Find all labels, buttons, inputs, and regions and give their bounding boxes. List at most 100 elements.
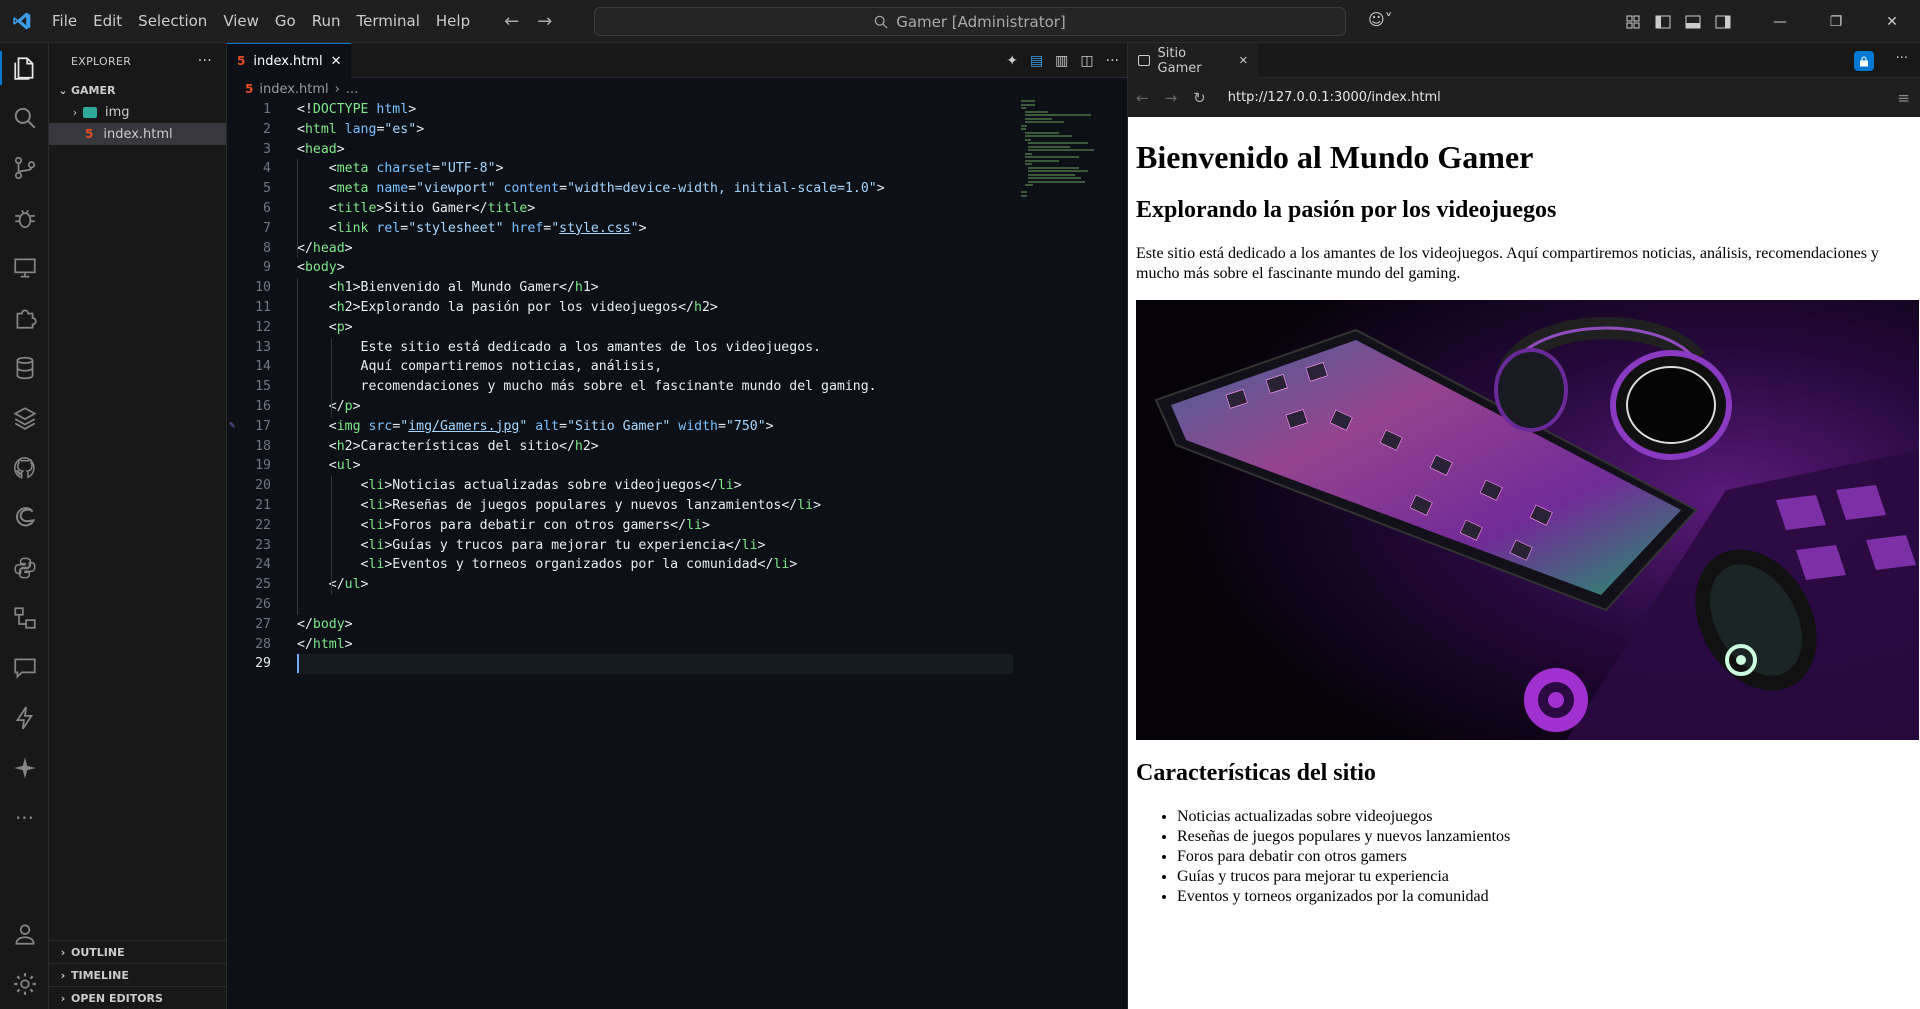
section-open-editors[interactable]: › OPEN EDITORS — [49, 986, 227, 1009]
code-line[interactable]: <li>Reseñas de juegos populares y nuevos… — [297, 496, 822, 516]
code-line[interactable]: <ul> — [297, 456, 361, 476]
settings-gear-icon[interactable] — [0, 959, 49, 1009]
database-icon[interactable] — [0, 343, 49, 393]
open-preview-icon[interactable]: ▤ — [1030, 53, 1043, 69]
close-tab-icon[interactable]: ✕ — [1239, 54, 1248, 67]
code-line[interactable]: <li>Noticias actualizadas sobre videojue… — [297, 476, 742, 496]
section-outline[interactable]: › OUTLINE — [49, 940, 227, 963]
more-icon[interactable]: ··· — [0, 793, 49, 843]
structure-icon[interactable] — [0, 593, 49, 643]
breadcrumb-file[interactable]: index.html — [259, 82, 328, 97]
code-hint-icon[interactable]: ✎ — [229, 420, 235, 431]
lock-icon[interactable] — [1854, 51, 1874, 71]
minimap-line — [1024, 163, 1032, 165]
restore-icon[interactable]: ❐ — [1808, 0, 1864, 43]
folder-gamer[interactable]: ⌄ GAMER — [49, 79, 226, 101]
code-line[interactable]: </ul> — [297, 575, 369, 595]
minimize-icon[interactable]: — — [1752, 0, 1808, 43]
section-timeline[interactable]: › TIMELINE — [49, 963, 227, 986]
search-icon[interactable] — [0, 93, 49, 143]
code-line[interactable]: <meta charset="UTF-8"> — [297, 159, 504, 179]
forward-icon[interactable]: → — [1165, 89, 1178, 107]
code-line[interactable]: <!DOCTYPE html> — [297, 100, 416, 120]
code-line[interactable]: <title>Sitio Gamer</title> — [297, 199, 535, 219]
menu-item-go[interactable]: Go — [267, 6, 304, 36]
line-number: 4 — [263, 161, 271, 177]
line-number: 1 — [263, 102, 271, 117]
menu-item-view[interactable]: View — [215, 6, 267, 36]
line-number: 29 — [255, 656, 271, 672]
menu-item-help[interactable]: Help — [428, 6, 478, 36]
copilot-icon[interactable]: ☺︎˅ — [1368, 10, 1393, 29]
copilot-edit-icon[interactable]: ✦ — [1006, 53, 1018, 69]
menu-item-run[interactable]: Run — [304, 6, 349, 36]
code-line[interactable]: </body> — [297, 615, 353, 635]
reload-icon[interactable]: ↻ — [1193, 89, 1206, 107]
remote-explorer-icon[interactable] — [0, 243, 49, 293]
code-line[interactable]: <body> — [297, 258, 345, 278]
explorer-more-icon[interactable]: ··· — [198, 53, 212, 69]
github-icon[interactable] — [0, 443, 49, 493]
line-number: 11 — [255, 300, 271, 315]
code-line[interactable]: </p> — [297, 397, 361, 417]
menu-item-terminal[interactable]: Terminal — [349, 6, 428, 36]
line-number: 18 — [255, 438, 271, 454]
tab-sitio-gamer[interactable]: Sitio Gamer ✕ — [1128, 43, 1258, 78]
line-number: 8 — [263, 240, 271, 256]
preview-more-icon[interactable]: ··· — [1896, 51, 1908, 66]
tab-index-html[interactable]: 5 index.html ✕ — [227, 43, 351, 78]
toggle-panel-icon[interactable] — [1678, 15, 1708, 29]
code-line[interactable]: Este sitio está dedicado a los amantes d… — [297, 338, 822, 358]
tree-item-img-folder[interactable]: › img — [49, 101, 226, 123]
edge-devtools-icon[interactable] — [0, 493, 49, 543]
url-input[interactable]: http://127.0.0.1:3000/index.html — [1228, 90, 1441, 105]
code-line[interactable]: <head> — [297, 140, 345, 160]
source-control-icon[interactable] — [0, 143, 49, 193]
split-editor-icon[interactable]: ◫ — [1080, 53, 1093, 69]
back-icon[interactable]: ← — [1136, 89, 1149, 107]
layers-icon[interactable] — [0, 393, 49, 443]
customize-layout-icon[interactable] — [1618, 15, 1648, 29]
back-arrow-icon[interactable]: ← — [504, 11, 519, 32]
close-tab-icon[interactable]: ✕ — [331, 54, 342, 69]
code-line[interactable]: <h1>Bienvenido al Mundo Gamer</h1> — [297, 278, 599, 298]
editor-more-icon[interactable]: ··· — [1106, 53, 1119, 69]
code-line[interactable]: recomendaciones y mucho más sobre el fas… — [297, 377, 877, 397]
open-preview-side-icon[interactable]: ▥ — [1055, 53, 1068, 69]
code-line[interactable]: <img src="img/Gamers.jpg" alt="Sitio Gam… — [297, 417, 774, 437]
code-line[interactable]: <html lang="es"> — [297, 120, 424, 140]
code-line[interactable]: <h2>Explorando la pasión por los videoju… — [297, 298, 718, 318]
code-line[interactable]: </html> — [297, 635, 353, 655]
toggle-secondary-sidebar-icon[interactable] — [1708, 15, 1738, 29]
code-line[interactable]: <meta name="viewport" content="width=dev… — [297, 179, 885, 199]
close-window-icon[interactable]: ✕ — [1864, 0, 1920, 43]
forward-arrow-icon[interactable]: → — [537, 11, 552, 32]
line-number: 3 — [263, 141, 271, 157]
code-line[interactable]: <h2>Características del sitio</h2> — [297, 437, 599, 457]
minimap[interactable] — [1021, 100, 1094, 197]
code-line[interactable]: <li>Foros para debatir con otros gamers<… — [297, 516, 710, 536]
explorer-icon[interactable] — [0, 43, 49, 93]
code-line[interactable]: <link rel="stylesheet" href="style.css"> — [297, 219, 647, 239]
chat-icon[interactable] — [0, 643, 49, 693]
breadcrumb-more[interactable]: ... — [346, 82, 358, 97]
extensions-icon[interactable] — [0, 293, 49, 343]
sparkle-icon[interactable] — [0, 743, 49, 793]
menu-icon[interactable]: ≡ — [1897, 89, 1910, 107]
menu-item-edit[interactable]: Edit — [85, 6, 130, 36]
minimap-line — [1028, 180, 1085, 183]
lightning-icon[interactable] — [0, 693, 49, 743]
toggle-primary-sidebar-icon[interactable] — [1648, 15, 1678, 29]
code-line[interactable]: <li>Eventos y torneos organizados por la… — [297, 555, 798, 575]
code-line[interactable]: <li>Guías y trucos para mejorar tu exper… — [297, 536, 766, 556]
run-debug-icon[interactable] — [0, 193, 49, 243]
command-center-search[interactable]: Gamer [Administrator] — [594, 7, 1346, 36]
code-line[interactable]: <p> — [297, 318, 353, 338]
code-line[interactable]: Aquí compartiremos noticias, análisis, — [297, 357, 663, 377]
code-line[interactable]: </head> — [297, 239, 353, 259]
python-icon[interactable] — [0, 543, 49, 593]
accounts-icon[interactable] — [0, 909, 49, 959]
menu-item-selection[interactable]: Selection — [130, 6, 215, 36]
tree-item-index-html[interactable]: 5 index.html — [49, 123, 226, 145]
menu-item-file[interactable]: File — [44, 6, 85, 36]
